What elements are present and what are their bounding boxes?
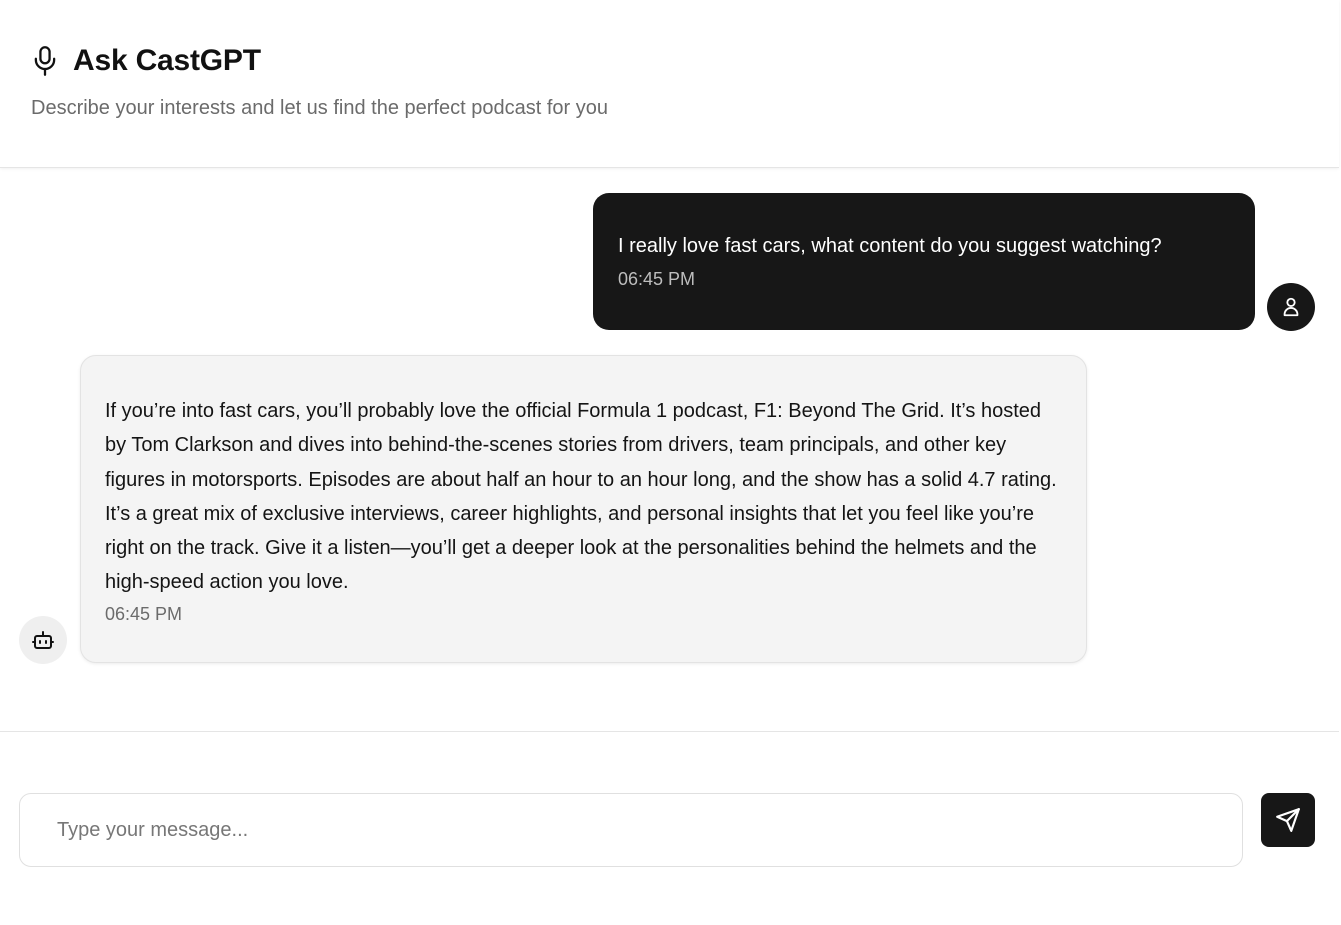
assistant-message-bubble: If you’re into fast cars, you’ll probabl… — [80, 355, 1087, 663]
assistant-avatar — [19, 616, 67, 664]
chat-thread: I really love fast cars, what content do… — [0, 169, 1341, 731]
send-icon — [1275, 807, 1301, 833]
microphone-icon — [31, 45, 59, 77]
user-message-timestamp: 06:45 PM — [618, 269, 696, 289]
user-message-text: I really love fast cars, what content do… — [618, 235, 1162, 257]
bot-icon — [31, 628, 55, 652]
user-avatar — [1267, 283, 1315, 331]
page-title: Ask CastGPT — [73, 44, 261, 77]
assistant-message-text: If you’re into fast cars, you’ll probabl… — [105, 400, 1057, 594]
message-composer — [0, 731, 1339, 925]
page-header: Ask CastGPT Describe your interests and … — [0, 0, 1339, 168]
title-row: Ask CastGPT — [31, 44, 261, 78]
send-button[interactable] — [1261, 793, 1315, 847]
message-input[interactable] — [19, 793, 1243, 867]
page-subtitle: Describe your interests and let us find … — [31, 97, 608, 119]
user-message-bubble: I really love fast cars, what content do… — [593, 193, 1255, 330]
user-icon — [1280, 296, 1302, 318]
assistant-message-timestamp: 06:45 PM — [105, 603, 183, 624]
